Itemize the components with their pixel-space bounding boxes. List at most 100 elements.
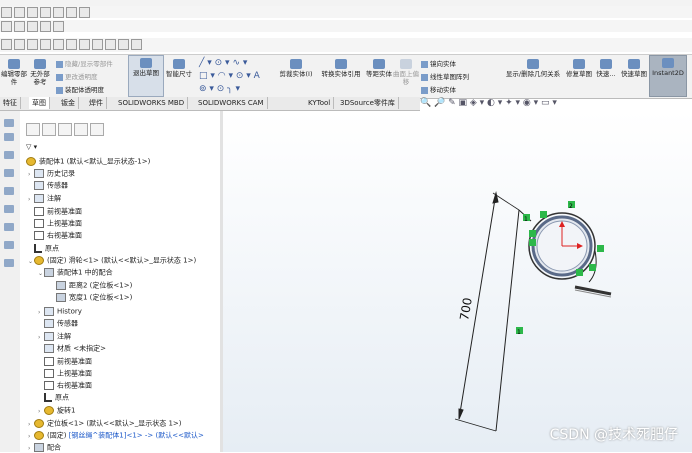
strip-icon-4[interactable] [4,169,14,177]
tab-kytool[interactable]: KYTool [305,97,335,109]
display-manager-tab-icon[interactable] [90,123,104,136]
repair-sketch-button[interactable]: 修复草图 [566,57,592,78]
select-tool-icon[interactable] [40,21,51,32]
tree-part-history[interactable]: › History [38,307,82,317]
edit-part-button[interactable]: 编辑零部件 [1,57,27,86]
strip-icon-2[interactable] [4,133,14,141]
display-delete-relations-button[interactable]: 显示/删除几何关系 [500,57,566,78]
tool-icon-4[interactable] [40,39,51,50]
offset-entities-button[interactable]: 等距实体 [366,57,392,78]
tree-width-mate[interactable]: 宽度1 (定位板<1>) [56,293,132,303]
tree-wire-rope[interactable]: › (固定) [钢丝绳^装配体1]<1> -> (默认<<默认> [28,431,204,441]
arrow-tool-icon[interactable] [27,21,38,32]
save-icon[interactable] [27,7,38,18]
filter-icon[interactable]: ▽ ▾ [26,143,37,152]
tree-mates-in-assembly[interactable]: ⌄ 装配体1 中的配合 [38,268,113,278]
sketch-shapes-row-3[interactable]: ⊚ ▾ ⊙ ╮ ▾ [199,84,240,94]
tool-icon-11[interactable] [131,39,142,50]
property-manager-tab-icon[interactable] [42,123,56,136]
tab-3dsource[interactable]: 3DSource零件库 [337,97,399,109]
tree-part-origin[interactable]: 原点 [38,393,69,403]
strip-icon-9[interactable] [4,259,14,267]
strip-icon-1[interactable] [4,119,14,127]
tree-part-front-plane[interactable]: 前视基准面 [38,357,92,367]
dimxpert-tab-icon[interactable] [74,123,88,136]
tree-part-top-plane[interactable]: 上视基准面 [38,369,92,379]
tab-features[interactable]: 特征 [0,97,21,109]
move-entities-button[interactable]: 移动实体 [421,84,456,94]
rebuild-icon[interactable] [66,7,77,18]
sketch-shapes-row-2[interactable]: □ ▾ ◠ ▾ ⊙ ▾ A [199,71,260,81]
rope-line[interactable] [495,209,520,432]
heads-up-view-toolbar[interactable]: 🔍 🔎 ✎ ▣ ◈ ▾ ◐ ▾ ✦ ▾ ◉ ▾ ▭ ▾ [420,98,557,108]
tree-front-plane[interactable]: 前视基准面 [28,207,82,217]
tree-history[interactable]: › 历史记录 [28,169,75,179]
tab-sketch[interactable]: 草图 [29,97,50,109]
print-icon[interactable] [40,7,51,18]
strip-icon-8[interactable] [4,241,14,249]
tool-icon-2[interactable] [14,39,25,50]
exit-sketch-button[interactable]: 退出草图 [128,55,164,97]
tool-icon-8[interactable] [92,39,103,50]
relation-marker[interactable] [529,239,536,246]
strip-icon-3[interactable] [4,151,14,159]
tree-root-assembly[interactable]: 装配体1 (默认<默认_显示状态-1>) [26,157,150,167]
no-external-ref-button[interactable]: 无外部参考 [28,57,52,86]
tab-weldments[interactable]: 焊件 [86,97,107,109]
strip-icon-6[interactable] [4,205,14,213]
change-transparency-button[interactable]: 更改透明度 [56,71,98,81]
tree-locator-plate[interactable]: › 定位板<1> (默认<<默认>_显示状态 1>) [28,419,182,429]
tool-icon-7[interactable] [79,39,90,50]
tree-top-plane[interactable]: 上视基准面 [28,219,82,229]
linear-pattern-button[interactable]: 线性草图阵列 [421,71,469,81]
relation-marker[interactable] [576,269,583,276]
tree-origin[interactable]: 原点 [28,244,59,254]
tool-icon-6[interactable] [66,39,77,50]
options-icon[interactable] [79,7,90,18]
tab-mbd[interactable]: SOLIDWORKS MBD [115,97,189,109]
trim-entities-button[interactable]: 剪裁实体(I) [276,57,316,78]
mirror-entities-button[interactable]: 镜向实体 [421,58,456,68]
tree-material[interactable]: 材质 <未指定> [38,344,106,354]
tree-part-right-plane[interactable]: 右视基准面 [38,381,92,391]
tree-annotations[interactable]: › 注解 [28,194,61,204]
instant2d-button[interactable]: Instant2D [649,55,687,97]
tool-icon-5[interactable] [53,39,64,50]
sketch-tool-icon[interactable] [1,21,12,32]
undo-icon[interactable] [53,7,64,18]
line-tool-icon[interactable] [14,21,25,32]
relation-marker[interactable] [529,230,536,237]
strip-icon-7[interactable] [4,223,14,231]
tree-revolve[interactable]: › 旋转1 [38,406,75,416]
relation-marker[interactable] [540,211,547,218]
tool-icon-3[interactable] [27,39,38,50]
feature-manager-tab-icon[interactable] [26,123,40,136]
tab-cam[interactable]: SOLIDWORKS CAM [195,97,268,109]
open-file-icon[interactable] [14,7,25,18]
relation-marker[interactable] [597,245,604,252]
rapid-sketch-button[interactable]: 快速草图 [620,57,648,78]
show-hide-parts-button[interactable]: 隐藏/显示零部件 [56,58,113,68]
tree-right-plane[interactable]: 右视基准面 [28,231,82,241]
tab-sheet-metal[interactable]: 钣金 [58,97,79,109]
tree-mates[interactable]: › 配合 [28,443,61,453]
tree-sensors[interactable]: 传感器 [28,181,68,191]
quick-snaps-button[interactable]: 快速... [593,57,619,78]
strip-icon-5[interactable] [4,187,14,195]
tool-icon-1[interactable] [1,39,12,50]
tool-icon-10[interactable] [118,39,129,50]
graphics-area[interactable]: 1 2 1 700 CSDN @技术死肥仔 [223,111,692,452]
convert-entities-button[interactable]: 转换实体引用 [318,57,364,78]
tool-icon-9[interactable] [105,39,116,50]
tree-part-annotations[interactable]: › 注解 [38,332,71,342]
snap-tool-icon[interactable] [53,21,64,32]
sketch-shapes-row-1[interactable]: ╱ ▾ ⊙ ▾ ∿ ▾ [199,58,247,68]
assembly-transparency-dropdown[interactable]: 装配体透明度 [56,84,104,94]
dimension-value[interactable]: 700 [457,297,475,322]
tree-pulley[interactable]: ⌄ (固定) 滑轮<1> (默认<<默认>_显示状态 1>) [28,256,196,266]
new-file-icon[interactable] [1,7,12,18]
tree-distance-mate[interactable]: 距离2 (定位板<1>) [56,281,132,291]
configuration-manager-tab-icon[interactable] [58,123,72,136]
tree-part-sensors[interactable]: 传感器 [38,319,78,329]
relation-marker[interactable] [589,264,596,271]
